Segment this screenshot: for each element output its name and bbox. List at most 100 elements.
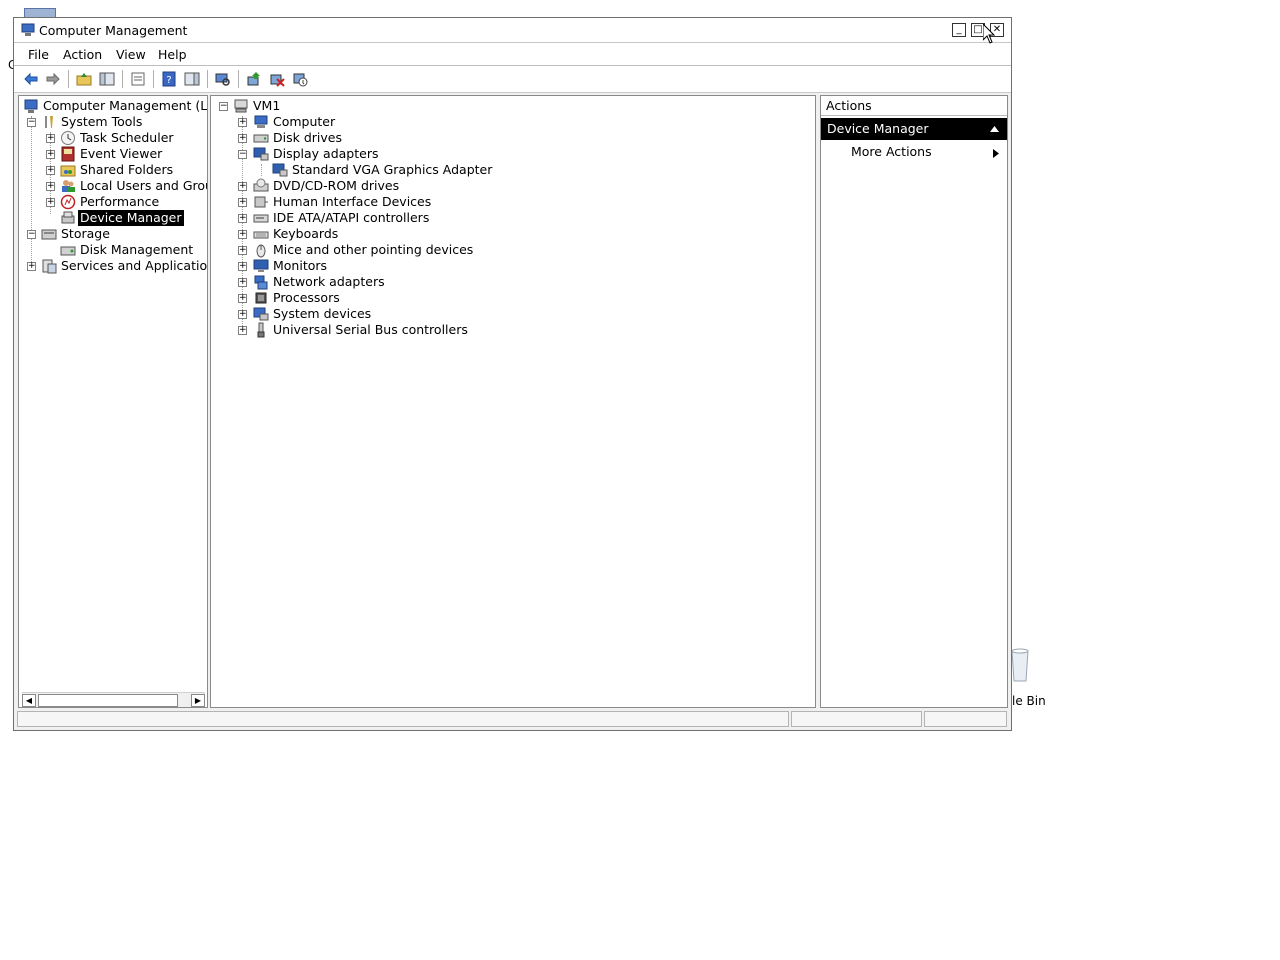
expand-expander[interactable]: + — [238, 198, 247, 207]
disable-device-icon[interactable] — [292, 71, 308, 87]
device-category-label: System devices — [273, 306, 372, 321]
tree-item-device-manager[interactable]: Device Manager — [21, 210, 207, 226]
forward-icon[interactable] — [45, 71, 61, 87]
processor-icon — [255, 292, 267, 304]
expand-expander[interactable]: + — [46, 182, 55, 191]
up-folder-icon[interactable] — [76, 71, 92, 87]
actions-section-label: Device Manager — [827, 121, 929, 136]
tree-item-local-users-groups[interactable]: + Local Users and Group — [21, 178, 207, 194]
horizontal-scrollbar[interactable]: ◀ ▶ — [22, 692, 205, 707]
back-icon[interactable] — [23, 71, 39, 87]
computer-icon — [254, 115, 268, 128]
device-category-label: DVD/CD-ROM drives — [273, 178, 400, 193]
properties-icon[interactable] — [130, 71, 146, 87]
tree-item-storage[interactable]: − Storage — [21, 226, 207, 242]
collapse-expander[interactable]: − — [238, 150, 247, 159]
tree-item-task-scheduler[interactable]: + Task Scheduler — [21, 130, 207, 146]
tree-label: Disk Management — [80, 242, 194, 257]
actions-section-device-manager[interactable]: Device Manager — [821, 118, 1007, 140]
device-category-item[interactable]: + IDE ATA/ATAPI controllers — [215, 210, 775, 226]
show-hide-action-pane-icon[interactable] — [184, 71, 200, 87]
device-category-item[interactable]: + System devices — [215, 306, 775, 322]
device-category-item[interactable]: + Processors — [215, 290, 775, 306]
device-category-item[interactable]: + Human Interface Devices — [215, 194, 775, 210]
expand-expander[interactable]: + — [238, 278, 247, 287]
device-category-item[interactable]: − Display adapters — [215, 146, 775, 162]
toolbar-separator — [238, 70, 239, 88]
device-category-label: Computer — [273, 114, 336, 129]
more-actions-item[interactable]: More Actions — [851, 144, 932, 159]
menu-file[interactable]: File — [28, 47, 49, 62]
collapse-up-icon[interactable] — [990, 126, 999, 132]
status-bar — [14, 709, 1011, 729]
expand-expander[interactable]: + — [238, 246, 247, 255]
recycle-bin-label[interactable]: le Bin — [1012, 694, 1046, 708]
expand-expander[interactable]: + — [46, 134, 55, 143]
device-category-item[interactable]: + Disk drives — [215, 130, 775, 146]
recycle-bin-icon[interactable] — [1010, 645, 1030, 687]
device-category-label: Universal Serial Bus controllers — [273, 322, 468, 337]
minimize-button[interactable]: _ — [952, 23, 966, 37]
tree-label: Local Users and Group — [80, 178, 208, 193]
scroll-right-button[interactable]: ▶ — [191, 694, 205, 707]
device-category-item[interactable]: + Keyboards — [215, 226, 775, 242]
tree-item-shared-folders[interactable]: + Shared Folders — [21, 162, 207, 178]
expand-expander[interactable]: + — [238, 118, 247, 127]
tree-label: Task Scheduler — [80, 130, 174, 145]
expand-expander[interactable]: + — [46, 198, 55, 207]
device-category-label: Processors — [273, 290, 340, 305]
computer-management-icon — [21, 23, 35, 36]
expand-expander[interactable]: + — [238, 230, 247, 239]
menu-help[interactable]: Help — [158, 47, 187, 62]
expand-expander[interactable]: + — [238, 262, 247, 271]
tree-item-computer-management[interactable]: Computer Management (Local — [21, 98, 207, 114]
show-hide-console-tree-icon[interactable] — [99, 71, 115, 87]
help-icon[interactable]: ? — [161, 71, 177, 87]
tree-item-services-applications[interactable]: + Services and Applications — [21, 258, 207, 274]
submenu-arrow-icon[interactable] — [993, 149, 999, 158]
tree-item-system-tools[interactable]: − System Tools — [21, 114, 207, 130]
uninstall-icon[interactable] — [269, 71, 285, 87]
device-category-item[interactable]: + Mice and other pointing devices — [215, 242, 775, 258]
device-category-label: Keyboards — [273, 226, 339, 241]
expand-expander[interactable]: + — [238, 214, 247, 223]
expand-expander[interactable]: + — [238, 310, 247, 319]
device-category-label: Human Interface Devices — [273, 194, 432, 209]
toolbar-separator — [153, 70, 154, 88]
update-driver-icon[interactable] — [246, 71, 262, 87]
device-category-item[interactable]: + Universal Serial Bus controllers — [215, 322, 775, 338]
expand-expander[interactable]: + — [238, 326, 247, 335]
device-category-item[interactable]: + Monitors — [215, 258, 775, 274]
dvd-icon — [253, 178, 269, 192]
expand-expander[interactable]: + — [238, 182, 247, 191]
status-cell-2 — [791, 711, 922, 727]
tree-label: Computer Management (Local — [43, 98, 208, 113]
expand-expander[interactable]: + — [46, 150, 55, 159]
system-tools-icon — [45, 116, 53, 128]
menu-view[interactable]: View — [116, 47, 146, 62]
scroll-thumb[interactable] — [38, 694, 178, 707]
toolbar-separator — [207, 70, 208, 88]
menu-bar: File Action View Help — [14, 43, 1011, 66]
ide-controller-icon — [253, 214, 269, 223]
device-category-item[interactable]: + DVD/CD-ROM drives — [215, 178, 775, 194]
expand-expander[interactable]: + — [27, 262, 36, 271]
device-category-item[interactable]: + Network adapters — [215, 274, 775, 290]
scroll-left-button[interactable]: ◀ — [22, 694, 36, 707]
expand-expander[interactable]: + — [46, 166, 55, 175]
device-category-item[interactable]: Standard VGA Graphics Adapter — [215, 162, 775, 178]
collapse-expander[interactable]: − — [27, 118, 36, 127]
tree-item-performance[interactable]: + Performance — [21, 194, 207, 210]
device-category-item[interactable]: + Computer — [215, 114, 775, 130]
scan-hardware-icon[interactable] — [215, 71, 231, 87]
tree-item-event-viewer[interactable]: + Event Viewer — [21, 146, 207, 162]
tree-item-disk-management[interactable]: Disk Management — [21, 242, 207, 258]
tree-label: Performance — [80, 194, 160, 209]
collapse-expander[interactable]: − — [219, 102, 228, 111]
device-root-vm1[interactable]: − VM1 — [215, 98, 615, 114]
title-bar[interactable]: Computer Management _ □ ✕ — [14, 18, 1011, 43]
expand-expander[interactable]: + — [238, 294, 247, 303]
menu-action[interactable]: Action — [63, 47, 102, 62]
collapse-expander[interactable]: − — [27, 230, 36, 239]
expand-expander[interactable]: + — [238, 134, 247, 143]
